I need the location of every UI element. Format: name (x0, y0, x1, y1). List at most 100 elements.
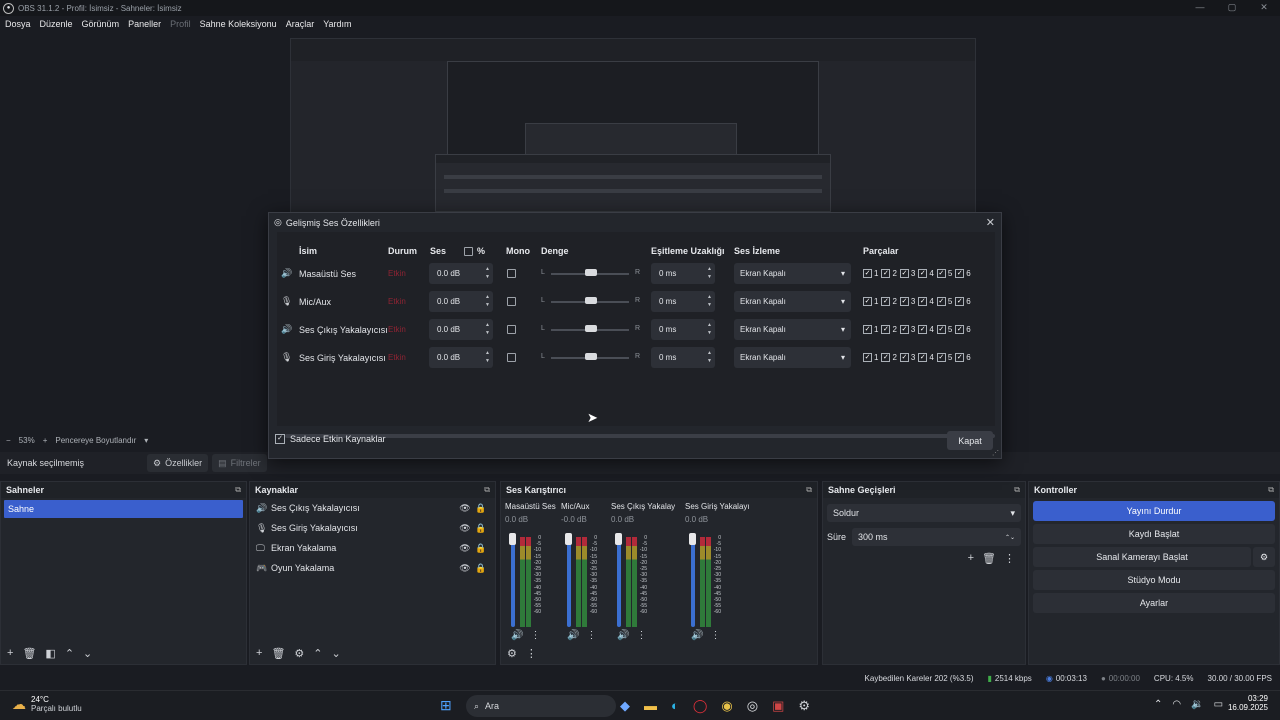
virtual-camera-settings-icon[interactable]: ⚙ (1253, 547, 1275, 567)
wifi-icon[interactable]: ◠ (1172, 699, 1181, 710)
track-checkbox[interactable]: ✓ (881, 297, 891, 306)
mono-checkbox[interactable] (507, 353, 516, 362)
track-checkbox[interactable]: ✓ (918, 353, 928, 362)
close-button[interactable]: Kapat (947, 431, 993, 450)
copilot-icon[interactable]: ◆ (620, 698, 630, 714)
track-checkbox[interactable]: ✓ (863, 325, 872, 334)
track-item[interactable]: ✓ 4 (918, 325, 934, 334)
track-checkbox[interactable]: ✓ (955, 269, 965, 278)
track-checkbox[interactable]: ✓ (881, 269, 891, 278)
balance-handle[interactable] (585, 297, 597, 304)
mixer-settings-icon[interactable]: ⚙ (507, 647, 517, 660)
obs-icon[interactable]: ◎ (747, 698, 758, 714)
source-item[interactable]: 🔊 Ses Çıkış Yakalayıcısı 👁 🔒 (250, 498, 495, 518)
track-item[interactable]: ✓ 3 (899, 269, 915, 278)
track-checkbox[interactable]: ✓ (863, 269, 872, 278)
zoom-in-button[interactable]: + (43, 436, 48, 445)
gear-icon[interactable]: ⚙ (294, 647, 304, 660)
fit-window-label[interactable]: Pencereye Boyutlandır (55, 436, 136, 445)
sync-offset-input[interactable]: 0 ms ▲ ▼ (651, 319, 715, 340)
weather-widget[interactable]: ☁ 24°C Parçalı bulutlu (12, 695, 82, 713)
fader-handle[interactable] (565, 533, 572, 545)
filter-icon[interactable]: ◧ (45, 647, 55, 660)
eye-icon[interactable]: 👁 (457, 543, 473, 554)
chevron-down-icon[interactable]: ▾ (144, 436, 148, 445)
trash-icon[interactable]: 🗑 (271, 647, 285, 660)
volume-input[interactable]: 0.0 dB ▲ ▼ (429, 263, 493, 284)
stop-stream-button[interactable]: Yayını Durdur (1033, 501, 1275, 521)
add-icon[interactable]: + (7, 647, 13, 659)
close-icon[interactable]: ✕ (1248, 0, 1280, 14)
studio-mode-button[interactable]: Stüdyo Modu (1033, 570, 1275, 590)
menu-file[interactable]: Dosya (5, 19, 31, 29)
spin-arrows-icon[interactable]: ▲ ▼ (707, 321, 712, 337)
volume-input[interactable]: 0.0 dB ▲ ▼ (429, 291, 493, 312)
undock-icon[interactable]: ⧉ (484, 485, 490, 495)
menu-profile[interactable]: Profil (170, 19, 191, 29)
speaker-icon[interactable]: 🔊 (511, 630, 523, 641)
chevron-down-icon[interactable]: ⌄ (83, 647, 92, 660)
track-item[interactable]: ✓ 1 (863, 269, 878, 278)
track-checkbox[interactable]: ✓ (863, 297, 872, 306)
speaker-icon[interactable]: 🔊 (691, 630, 703, 641)
filters-button[interactable]: ▤ Filtreler (212, 454, 267, 472)
monitoring-select[interactable]: Ekran Kapalı ▾ (734, 319, 851, 340)
spin-arrows-icon[interactable]: ▲ ▼ (485, 321, 490, 337)
track-item[interactable]: ✓ 5 (936, 353, 952, 362)
track-checkbox[interactable]: ✓ (936, 297, 946, 306)
maximize-icon[interactable]: ▢ (1216, 0, 1248, 14)
undock-icon[interactable]: ⧉ (1268, 485, 1274, 495)
app-icon[interactable]: ▣ (772, 698, 784, 714)
sync-offset-input[interactable]: 0 ms ▲ ▼ (651, 291, 715, 312)
folder-icon[interactable]: ▬ (644, 698, 657, 714)
track-item[interactable]: ✓ 5 (936, 325, 952, 334)
horizontal-scrollbar[interactable] (285, 434, 995, 438)
menu-edit[interactable]: Düzenle (40, 19, 73, 29)
lock-icon[interactable]: 🔒 (473, 503, 489, 514)
track-checkbox[interactable]: ✓ (899, 353, 909, 362)
volume-fader[interactable] (617, 537, 621, 627)
spin-arrows-icon[interactable]: ▲ ▼ (707, 349, 712, 365)
track-checkbox[interactable]: ✓ (955, 353, 965, 362)
lock-icon[interactable]: 🔒 (473, 523, 489, 534)
spin-arrows-icon[interactable]: ▲ ▼ (485, 265, 490, 281)
mono-checkbox[interactable] (507, 325, 516, 334)
chrome-icon[interactable]: ◉ (721, 698, 732, 714)
track-checkbox[interactable]: ✓ (881, 325, 891, 334)
minimize-icon[interactable]: — (1184, 0, 1216, 14)
track-checkbox[interactable]: ✓ (918, 325, 928, 334)
track-item[interactable]: ✓ 5 (936, 269, 952, 278)
track-item[interactable]: ✓ 3 (899, 353, 915, 362)
track-item[interactable]: ✓ 4 (918, 353, 934, 362)
menu-view[interactable]: Görünüm (82, 19, 120, 29)
track-checkbox[interactable]: ✓ (899, 297, 909, 306)
spin-arrows-icon[interactable]: ▲ ▼ (707, 265, 712, 281)
eye-icon[interactable]: 👁 (457, 503, 473, 514)
active-only-checkbox[interactable]: ✓ (275, 434, 285, 444)
add-icon[interactable]: + (968, 552, 974, 565)
spin-arrows-icon[interactable]: ▲ ▼ (485, 349, 490, 365)
mono-checkbox[interactable] (507, 297, 516, 306)
volume-input[interactable]: 0.0 dB ▲ ▼ (429, 347, 493, 368)
chevron-up-icon[interactable]: ⌃ (65, 647, 74, 660)
balance-handle[interactable] (585, 353, 597, 360)
track-item[interactable]: ✓ 1 (863, 353, 878, 362)
menu-tools[interactable]: Araçlar (286, 19, 315, 29)
speaker-icon[interactable]: 🔊 (617, 630, 629, 641)
fader-handle[interactable] (509, 533, 516, 545)
menu-docks[interactable]: Paneller (128, 19, 161, 29)
trash-icon[interactable]: 🗑 (22, 647, 36, 660)
monitoring-select[interactable]: Ekran Kapalı ▾ (734, 347, 851, 368)
transition-select[interactable]: Soldur ▾ (827, 504, 1021, 522)
edge-icon[interactable]: ◐ (671, 698, 679, 714)
mono-checkbox[interactable] (507, 269, 516, 278)
close-icon[interactable]: ✕ (986, 216, 995, 229)
clock[interactable]: 03:29 16.09.2025 (1226, 694, 1268, 712)
speaker-icon[interactable]: 🔊 (567, 630, 579, 641)
lock-icon[interactable]: 🔒 (473, 543, 489, 554)
monitoring-select[interactable]: Ekran Kapalı ▾ (734, 291, 851, 312)
track-item[interactable]: ✓ 6 (955, 353, 971, 362)
chevron-up-icon[interactable]: ⌃ (1154, 699, 1162, 710)
more-icon[interactable]: ⋮ (1004, 552, 1015, 565)
track-item[interactable]: ✓ 2 (881, 269, 897, 278)
